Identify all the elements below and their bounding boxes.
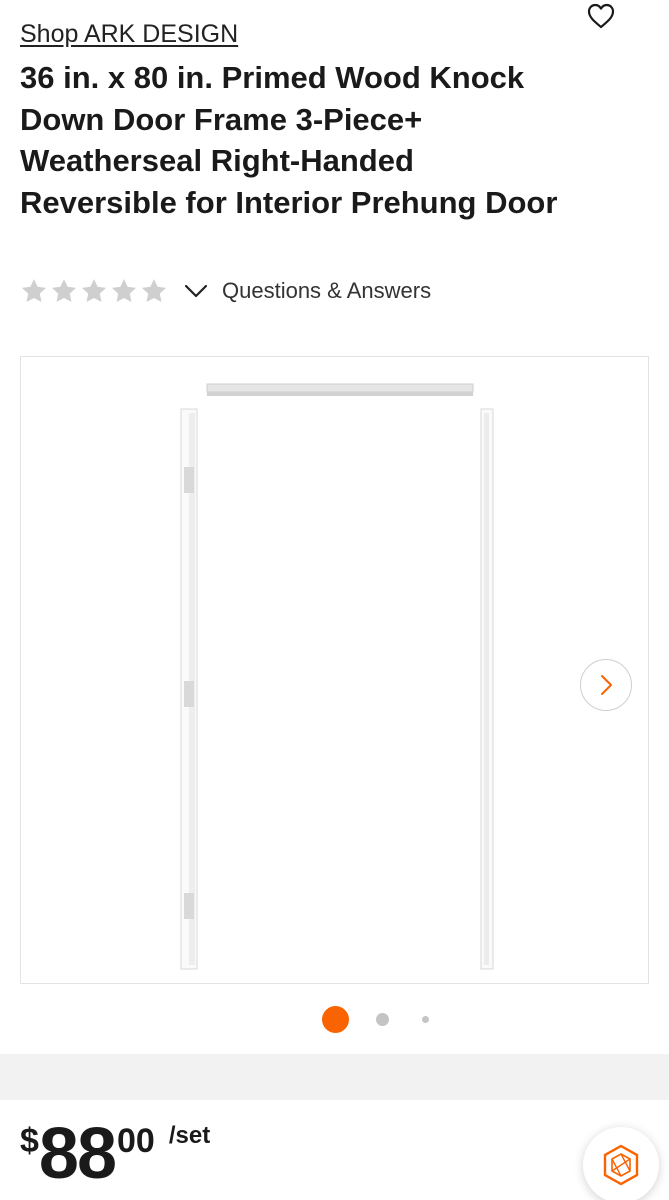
star-icon — [81, 279, 107, 302]
rating-stars[interactable] — [20, 277, 168, 305]
star-icon — [111, 279, 137, 302]
star-icon — [21, 279, 47, 302]
pagination-dot-active[interactable] — [322, 1006, 349, 1033]
chevron-down-icon[interactable] — [182, 277, 210, 305]
product-price: $ 88 00 /set — [20, 1112, 210, 1190]
price-unit: /set — [168, 1122, 211, 1149]
chevron-right-icon — [601, 675, 612, 695]
hexagon-assistant-icon — [603, 1144, 639, 1186]
shop-brand-link[interactable]: Shop ARK DESIGN — [20, 20, 238, 49]
section-divider — [0, 1054, 669, 1100]
assistant-button[interactable] — [583, 1127, 659, 1200]
door-frame-image — [180, 383, 494, 970]
rating-row: Questions & Answers — [20, 274, 431, 308]
product-media-section — [0, 332, 669, 1054]
pagination-dot[interactable] — [376, 1013, 389, 1026]
star-icon — [51, 279, 77, 302]
favorite-button[interactable] — [585, 0, 617, 32]
price-currency: $ — [20, 1122, 39, 1160]
pagination-dot[interactable] — [422, 1016, 429, 1023]
questions-answers-link[interactable]: Questions & Answers — [222, 278, 431, 304]
image-pagination-dots — [0, 1005, 669, 1033]
product-title: 36 in. x 80 in. Primed Wood Knock Down D… — [20, 60, 558, 221]
next-image-button[interactable] — [580, 659, 632, 711]
price-section: $ 88 00 /set — [0, 1100, 669, 1200]
product-page: Shop ARK DESIGN 36 in. x 80 in. Primed W… — [0, 0, 669, 1200]
price-cents: 00 — [117, 1122, 155, 1160]
star-icon — [141, 279, 167, 302]
product-image[interactable] — [20, 356, 649, 984]
price-dollars: 88 — [38, 1114, 117, 1194]
heart-outline-icon — [587, 3, 615, 29]
product-header: Shop ARK DESIGN 36 in. x 80 in. Primed W… — [0, 0, 669, 330]
